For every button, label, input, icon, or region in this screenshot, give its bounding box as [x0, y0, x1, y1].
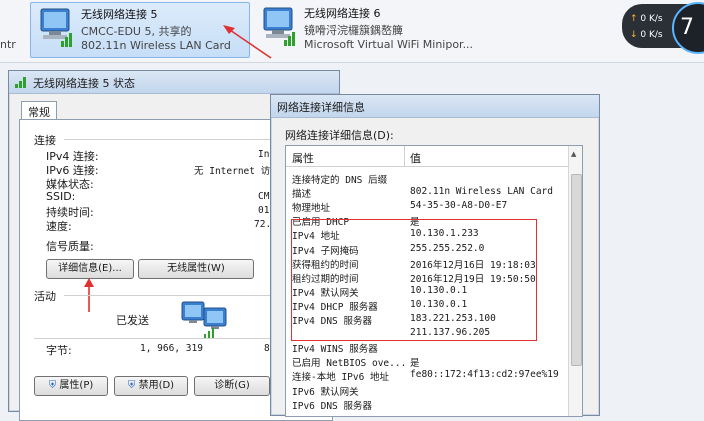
adapter-wireless-6[interactable]: 无线网络连接 6 镜嗗浖浣欏簱鍝嶅簲 Microsoft Virtual WiF… — [254, 2, 484, 56]
column-divider — [404, 146, 405, 166]
red-arrow-icon — [223, 25, 272, 59]
activity-section-label: 活动 — [34, 290, 56, 303]
details-button[interactable]: 详细信息(E)... — [46, 259, 134, 279]
diagnose-button[interactable]: 诊断(G) — [194, 376, 270, 396]
adapter-network: CMCC-EDU 5, 共享的 — [81, 25, 192, 38]
field-value: 72. — [254, 219, 272, 230]
row-property: IPv4 WINS 服务器 — [292, 344, 378, 356]
field-value: In — [258, 149, 270, 160]
row-property: 物理地址 — [292, 203, 331, 215]
red-arrow-icon — [84, 278, 94, 312]
adapter-strip: ntr 无线网络连接 5 CMCC-EDU 5, 共享的 802.11n Wir… — [0, 0, 704, 63]
column-header-value[interactable]: 值 — [410, 150, 421, 166]
details-titlebar[interactable]: 网络连接详细信息 — [271, 95, 599, 118]
wireless-adapter-icon — [37, 7, 75, 49]
network-signal-icon — [14, 75, 28, 89]
status-titlebar[interactable]: 无线网络连接 5 状态 — [9, 71, 339, 94]
field-value: CM — [258, 191, 270, 202]
upload-speed-value: 0 K/s — [640, 14, 663, 24]
details-window: 网络连接详细信息 网络连接详细信息(D): 属性 值 连接特定的 DNS 后缀描… — [270, 94, 600, 417]
adapter-network: 镜嗗浖浣欏簱鍝嶅簲 — [304, 24, 403, 37]
properties-button-label: 属性(P) — [59, 380, 94, 391]
download-speed: ↓ 0 K/s — [630, 30, 663, 40]
field-label: SSID: — [46, 190, 76, 203]
scrollbar-thumb[interactable] — [571, 174, 582, 366]
adapter-device: 802.11n Wireless LAN Card — [81, 39, 231, 52]
row-property: 连接特定的 DNS 后缀 — [292, 175, 388, 186]
details-window-title: 网络连接详细信息 — [277, 101, 365, 114]
adapter-name: 无线网络连接 6 — [304, 7, 381, 20]
highlight-box — [291, 219, 537, 341]
field-label: 速度: — [46, 220, 72, 233]
sent-label: 已发送 — [116, 314, 149, 327]
row-property: 描述 — [292, 189, 312, 201]
connection-section-label: 连接 — [34, 134, 56, 147]
truncated-adapter-text: ntr — [0, 38, 16, 51]
wireless-properties-button[interactable]: 无线属性(W) — [138, 259, 254, 279]
row-property: 已启用 NetBIOS ove... — [292, 358, 407, 370]
properties-button[interactable]: ⛨ 属性(P) — [34, 376, 108, 396]
disable-button-label: 禁用(D) — [138, 380, 175, 391]
row-property: 连接-本地 IPv6 地址 — [292, 372, 390, 384]
row-value: 是 — [410, 358, 420, 370]
adapter-device: Microsoft Virtual WiFi Minipor... — [304, 38, 474, 51]
status-window-title: 无线网络连接 5 状态 — [33, 77, 135, 90]
adapter-name: 无线网络连接 5 — [81, 8, 158, 21]
row-value: 54-35-30-A8-D0-E7 — [410, 200, 508, 212]
upload-speed: ↑ 0 K/s — [630, 14, 663, 24]
shield-icon: ⛨ — [48, 380, 57, 391]
field-value: 无 Internet 访 — [194, 166, 271, 177]
header-divider — [286, 166, 568, 167]
download-speed-value: 0 K/s — [640, 30, 663, 40]
scroll-up-icon[interactable]: ▲ — [571, 150, 576, 158]
upload-arrow-icon: ↑ — [630, 14, 641, 24]
vertical-scrollbar[interactable]: ▲ — [568, 146, 582, 416]
shield-icon: ⛨ — [127, 380, 136, 391]
download-arrow-icon: ↓ — [630, 30, 641, 40]
network-computers-icon — [180, 298, 230, 338]
column-header-property[interactable]: 属性 — [292, 150, 314, 166]
row-property: IPv6 默认网关 — [292, 386, 359, 398]
details-list-label: 网络连接详细信息(D): — [285, 129, 394, 142]
bytes-label: 字节: — [46, 344, 72, 357]
signal-quality-label: 信号质量: — [46, 240, 94, 253]
row-value: 802.11n Wireless LAN Card — [410, 186, 553, 198]
disable-button[interactable]: ⛨ 禁用(D) — [114, 376, 188, 396]
bytes-sent-value: 1, 966, 319 — [140, 343, 203, 354]
row-value: fe80::172:4f13:cd2:97ee%19 — [410, 369, 559, 381]
field-value: 01 — [258, 205, 270, 216]
